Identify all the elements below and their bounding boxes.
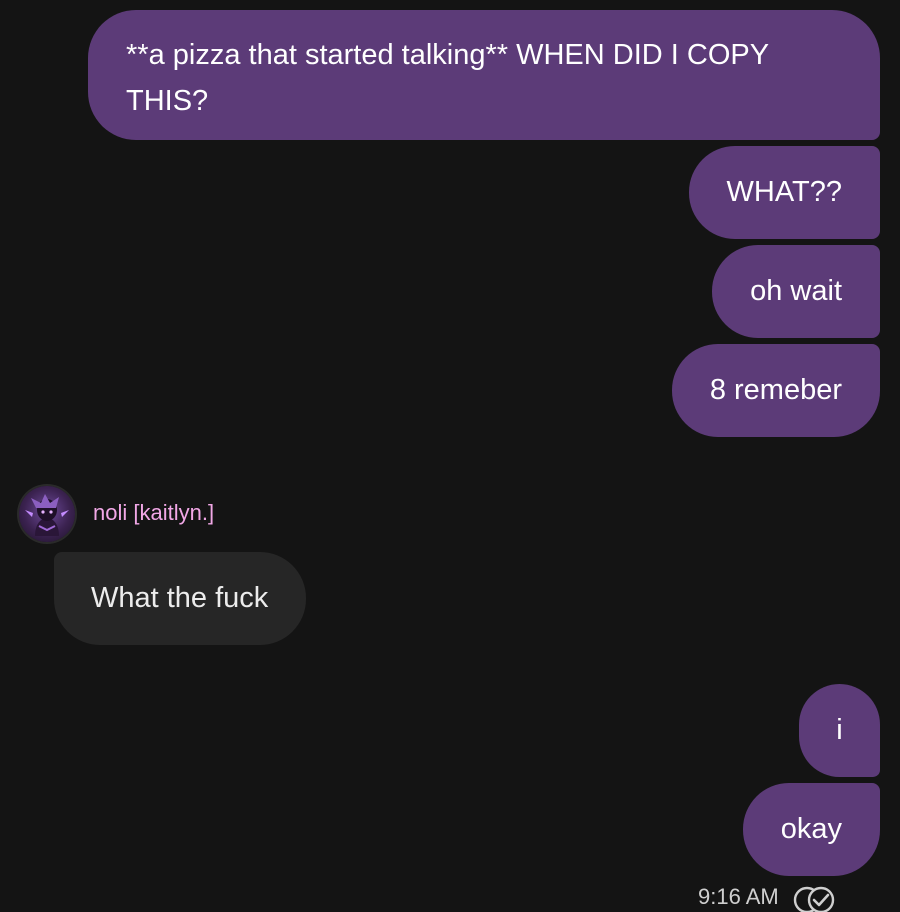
incoming-message-bubble[interactable]: What the fuck <box>54 552 307 645</box>
outgoing-message-bubble[interactable]: 8 remeber <box>671 344 880 437</box>
message-text: WHAT?? <box>726 176 842 208</box>
outgoing-message-bubble[interactable]: okay <box>742 783 880 876</box>
outgoing-message-bubble[interactable]: i <box>799 684 880 777</box>
message-text: **a pizza that started talking** WHEN DI… <box>126 39 769 117</box>
message-text: oh wait <box>750 275 842 307</box>
message-text: 8 remeber <box>709 374 842 406</box>
outgoing-message-bubble[interactable]: WHAT?? <box>688 146 880 239</box>
outgoing-message-bubble[interactable]: oh wait <box>712 245 880 338</box>
double-check-circle-icon <box>793 886 835 912</box>
contact-avatar[interactable] <box>19 486 75 542</box>
message-text: i <box>836 714 843 746</box>
message-text: What the fuck <box>91 582 269 614</box>
avatar-art <box>25 494 69 536</box>
message-text: okay <box>780 813 842 845</box>
contact-name[interactable]: noli [kaitlyn.] <box>93 500 214 526</box>
outgoing-message-bubble[interactable]: **a pizza that started talking** WHEN DI… <box>88 10 880 140</box>
message-timestamp: 9:16 AM <box>698 884 779 909</box>
